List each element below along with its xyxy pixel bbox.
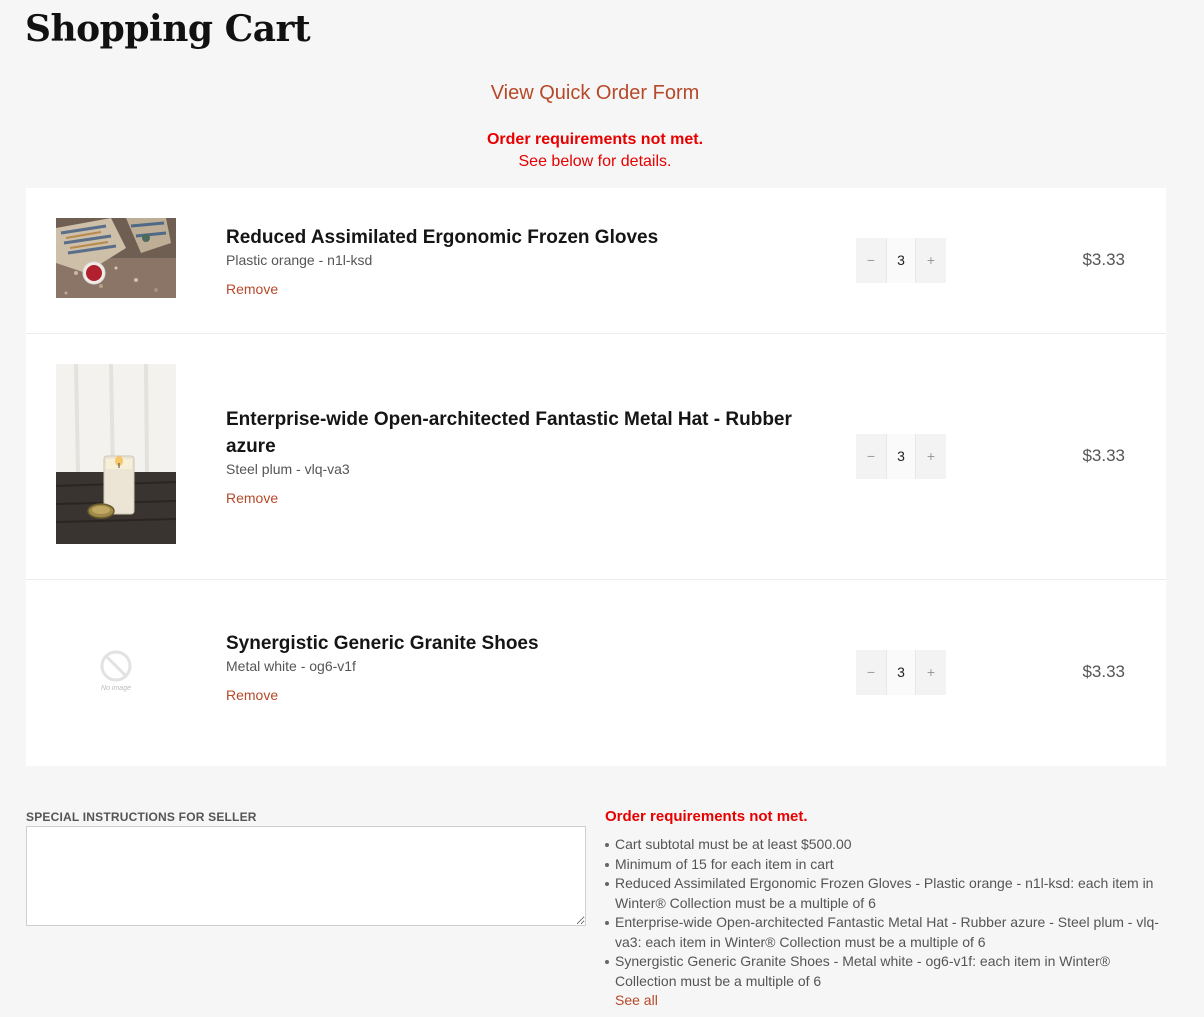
item-info: Enterprise-wide Open-architected Fantast… xyxy=(226,406,816,508)
remove-link[interactable]: Remove xyxy=(226,687,278,703)
qty-input[interactable]: 3 xyxy=(886,650,916,695)
qty-decrease-button[interactable]: − xyxy=(856,434,886,479)
product-image[interactable] xyxy=(56,364,176,544)
qty-decrease-button[interactable]: − xyxy=(856,650,886,695)
qty-input[interactable]: 3 xyxy=(886,238,916,283)
product-image[interactable]: No image xyxy=(56,640,176,700)
notice-title: Order requirements not met. xyxy=(486,131,704,148)
requirement-item: Minimum of 15 for each item in cart xyxy=(605,855,1165,875)
item-variant: Steel plum - vlq-va3 xyxy=(226,461,350,477)
no-image-icon xyxy=(100,650,132,682)
requirement-item: Synergistic Generic Granite Shoes - Meta… xyxy=(605,952,1165,991)
product-image[interactable] xyxy=(56,218,176,298)
special-instructions-label: SPECIAL INSTRUCTIONS FOR SELLER xyxy=(26,810,257,824)
notice-subtitle: See below for details. xyxy=(518,153,672,170)
see-all-link[interactable]: See all xyxy=(615,991,1165,1010)
cart-item-row: Reduced Assimilated Ergonomic Frozen Glo… xyxy=(26,188,1166,334)
quantity-stepper: − 3 + xyxy=(856,650,946,695)
order-requirements-notice: Order requirements not met. See below fo… xyxy=(0,129,1190,173)
candle-photo xyxy=(56,364,176,544)
special-instructions-textarea[interactable] xyxy=(26,826,586,926)
item-info: Synergistic Generic Granite Shoes Metal … xyxy=(226,630,816,705)
quick-order-form-link[interactable]: View Quick Order Form xyxy=(0,82,1190,105)
page-title: Shopping Cart xyxy=(25,8,311,50)
item-title[interactable]: Reduced Assimilated Ergonomic Frozen Glo… xyxy=(226,224,816,251)
item-variant: Metal white - og6-v1f xyxy=(226,658,356,674)
item-variant: Plastic orange - n1l-ksd xyxy=(226,252,373,268)
cart-item-row: No image Synergistic Generic Granite Sho… xyxy=(26,580,1166,766)
quantity-stepper: − 3 + xyxy=(856,238,946,283)
item-price: $3.33 xyxy=(1082,662,1125,681)
requirement-item: Cart subtotal must be at least $500.00 xyxy=(605,835,1165,855)
no-image-text: No image xyxy=(101,685,131,692)
item-info: Reduced Assimilated Ergonomic Frozen Glo… xyxy=(226,224,816,299)
item-title[interactable]: Enterprise-wide Open-architected Fantast… xyxy=(226,406,816,460)
item-title[interactable]: Synergistic Generic Granite Shoes xyxy=(226,630,816,657)
qty-decrease-button[interactable]: − xyxy=(856,238,886,283)
remove-link[interactable]: Remove xyxy=(226,281,278,297)
item-price: $3.33 xyxy=(1082,250,1125,269)
remove-link[interactable]: Remove xyxy=(226,490,278,506)
qty-increase-button[interactable]: + xyxy=(916,434,946,479)
qty-increase-button[interactable]: + xyxy=(916,238,946,283)
gloves-photo xyxy=(56,218,176,298)
requirement-item: Enterprise-wide Open-architected Fantast… xyxy=(605,913,1165,952)
cart-items: Reduced Assimilated Ergonomic Frozen Glo… xyxy=(26,188,1166,766)
requirements-title: Order requirements not met. xyxy=(605,808,808,825)
requirement-item: Reduced Assimilated Ergonomic Frozen Glo… xyxy=(605,874,1165,913)
quantity-stepper: − 3 + xyxy=(856,434,946,479)
requirements-list: Cart subtotal must be at least $500.00 M… xyxy=(605,835,1165,991)
order-requirements-panel: Order requirements not met. Cart subtota… xyxy=(605,808,1165,1010)
qty-increase-button[interactable]: + xyxy=(916,650,946,695)
qty-input[interactable]: 3 xyxy=(886,434,916,479)
item-price: $3.33 xyxy=(1082,446,1125,465)
cart-item-row: Enterprise-wide Open-architected Fantast… xyxy=(26,334,1166,580)
